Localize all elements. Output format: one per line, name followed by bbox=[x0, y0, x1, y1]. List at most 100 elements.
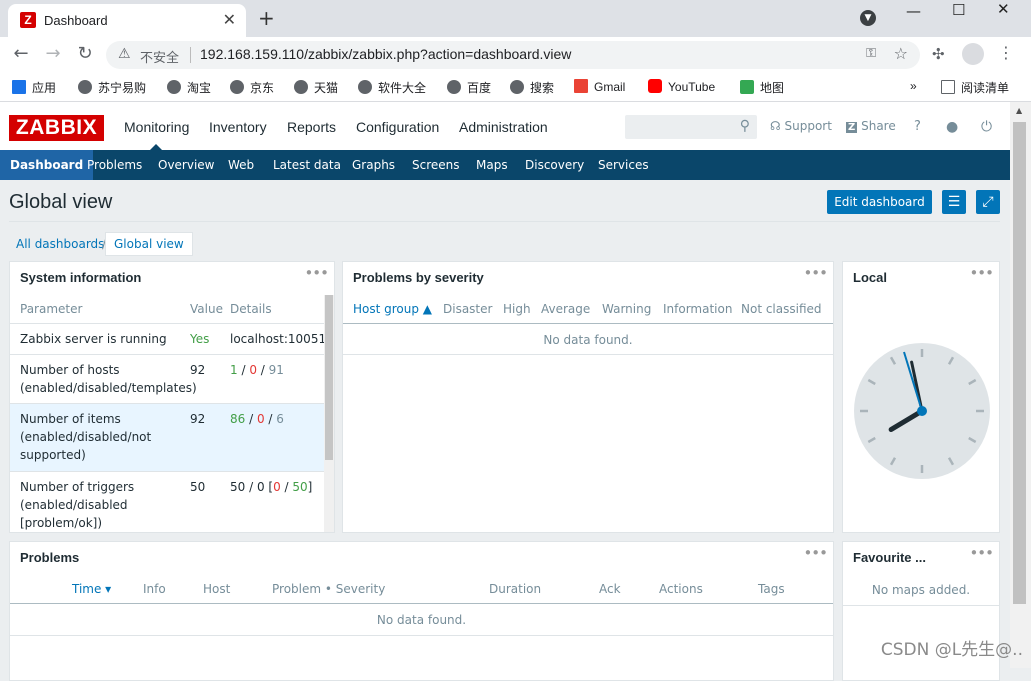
fullscreen-icon[interactable]: ⤢ bbox=[976, 190, 1000, 214]
share-link[interactable]: Z Share bbox=[846, 119, 896, 133]
bookmark-taobao[interactable]: 淘宝 bbox=[167, 79, 211, 96]
apps-grid-icon bbox=[12, 80, 26, 94]
zabbix-logo[interactable]: ZABBIX bbox=[9, 115, 104, 141]
column-host-group[interactable]: Host group ▲ bbox=[353, 302, 432, 316]
submenu-web[interactable]: Web bbox=[218, 150, 264, 180]
bookmark-tmall[interactable]: 天猫 bbox=[294, 79, 338, 96]
support-link[interactable]: ☊ Support bbox=[770, 119, 832, 133]
submenu-services[interactable]: Services bbox=[588, 150, 659, 180]
scrollbar-thumb[interactable] bbox=[325, 295, 333, 460]
sign-out-icon[interactable]: ⏻ bbox=[981, 119, 992, 135]
maps-icon bbox=[740, 80, 754, 94]
templates-count: 91 bbox=[268, 363, 284, 377]
minimize-icon[interactable]: — bbox=[906, 2, 921, 20]
bookmark-apps[interactable]: 应用 bbox=[12, 79, 56, 96]
edit-dashboard-button[interactable]: Edit dashboard bbox=[827, 190, 932, 214]
submenu-overview[interactable]: Overview bbox=[148, 150, 225, 180]
submenu-graphs[interactable]: Graphs bbox=[342, 150, 405, 180]
table-row: Number of hosts (enabled/disabled/templa… bbox=[10, 355, 324, 403]
submenu-latest-data[interactable]: Latest data bbox=[263, 150, 351, 180]
bookmark-baidu[interactable]: 百度 bbox=[447, 79, 491, 96]
close-tab-icon[interactable]: ✕ bbox=[223, 10, 236, 29]
column-time[interactable]: Time ▾ bbox=[72, 582, 111, 596]
profile-avatar[interactable] bbox=[962, 43, 984, 65]
page-scrollbar[interactable]: ▲ bbox=[1010, 102, 1031, 668]
menu-administration[interactable]: Administration bbox=[459, 119, 548, 135]
breadcrumb-all-dashboards[interactable]: All dashboards bbox=[16, 237, 104, 251]
window-close-icon[interactable]: ✕ bbox=[997, 0, 1010, 18]
warning-icon[interactable]: ⚠ bbox=[118, 46, 131, 62]
param-cell: Zabbix server is running bbox=[20, 332, 167, 346]
ok-count: 50 bbox=[292, 480, 308, 494]
bookmark-label: 苏宁易购 bbox=[98, 81, 147, 95]
browser-tab-bar: Z Dashboard ✕ + ▼ — ☐ ✕ bbox=[0, 0, 1031, 37]
param-cell: Number of triggers (enabled/disabled [pr… bbox=[20, 480, 135, 530]
reading-list[interactable]: 阅读清单 bbox=[941, 79, 1009, 96]
share-label: Share bbox=[861, 119, 896, 133]
bookmark-jd[interactable]: 京东 bbox=[230, 79, 274, 96]
table-row: Number of items (enabled/disabled/not su… bbox=[10, 404, 324, 471]
menu-reports[interactable]: Reports bbox=[287, 119, 336, 135]
global-search-input[interactable]: ⚲ bbox=[625, 115, 757, 139]
reload-icon[interactable]: ↻ bbox=[73, 43, 97, 64]
menu-configuration[interactable]: Configuration bbox=[356, 119, 439, 135]
bookmark-star-icon[interactable]: ☆ bbox=[894, 44, 908, 63]
value-cell: 92 bbox=[190, 412, 206, 426]
column-high: High bbox=[503, 302, 531, 316]
new-tab-icon[interactable]: + bbox=[258, 6, 275, 30]
bookmark-label: 百度 bbox=[467, 81, 492, 95]
widget-scrollbar[interactable] bbox=[324, 295, 334, 532]
breadcrumb-current[interactable]: Global view bbox=[105, 232, 193, 256]
menu-monitoring[interactable]: Monitoring bbox=[124, 119, 189, 135]
forward-icon[interactable]: → bbox=[41, 43, 65, 64]
bookmark-gmail[interactable]: Gmail bbox=[574, 79, 625, 94]
submenu-screens[interactable]: Screens bbox=[402, 150, 470, 180]
bookmarks-overflow-icon[interactable]: » bbox=[910, 79, 917, 93]
system-information-widget: System information ••• Parameter Value D… bbox=[9, 261, 335, 533]
reading-list-label: 阅读清单 bbox=[961, 81, 1010, 95]
bookmark-youtube[interactable]: YouTube bbox=[648, 79, 715, 94]
bookmark-search[interactable]: 搜索 bbox=[510, 79, 554, 96]
submenu-problems[interactable]: Problems bbox=[77, 150, 152, 180]
extensions-icon[interactable]: ✣ bbox=[932, 45, 945, 63]
column-host: Host bbox=[203, 582, 231, 596]
browser-tab[interactable]: Z Dashboard ✕ bbox=[8, 4, 246, 37]
help-icon[interactable]: ? bbox=[914, 119, 921, 134]
tab-search-icon[interactable]: ▼ bbox=[860, 10, 876, 26]
address-bar[interactable]: ⚠ 不安全 192.168.159.110/zabbix/zabbix.php?… bbox=[106, 41, 920, 69]
widget-title: System information bbox=[20, 270, 142, 285]
submenu-maps[interactable]: Maps bbox=[466, 150, 518, 180]
insecure-label[interactable]: 不安全 bbox=[140, 47, 179, 66]
menu-inventory[interactable]: Inventory bbox=[209, 119, 267, 135]
share-z-icon: Z bbox=[846, 122, 858, 133]
scrollbar-thumb[interactable] bbox=[1013, 122, 1026, 604]
dashboard-actions-menu-icon[interactable]: ☰ bbox=[942, 190, 966, 214]
column-parameter: Parameter bbox=[20, 302, 83, 316]
column-problem-severity: Problem • Severity bbox=[272, 582, 386, 596]
bookmark-suning[interactable]: 苏宁易购 bbox=[78, 79, 146, 96]
widget-menu-icon[interactable]: ••• bbox=[969, 264, 994, 282]
gmail-icon bbox=[574, 79, 588, 93]
bookmark-software[interactable]: 软件大全 bbox=[358, 79, 426, 96]
value-cell: 92 bbox=[190, 363, 206, 377]
widget-menu-icon[interactable]: ••• bbox=[304, 264, 329, 282]
widget-menu-icon[interactable]: ••• bbox=[803, 264, 828, 282]
no-data-message: No data found. bbox=[376, 613, 467, 627]
bookmark-label: 天猫 bbox=[314, 81, 339, 95]
back-icon[interactable]: ← bbox=[9, 43, 33, 64]
user-profile-icon[interactable]: ● bbox=[946, 119, 958, 135]
submenu-discovery[interactable]: Discovery bbox=[515, 150, 594, 180]
details-cell: 50 / 0 [0 / 50] bbox=[230, 480, 313, 494]
scroll-up-icon[interactable]: ▲ bbox=[1016, 106, 1022, 115]
maximize-icon[interactable]: ☐ bbox=[952, 1, 965, 19]
search-icon[interactable]: ⚲ bbox=[740, 118, 750, 134]
url-text[interactable]: 192.168.159.110/zabbix/zabbix.php?action… bbox=[200, 46, 571, 62]
bookmark-maps[interactable]: 地图 bbox=[740, 79, 784, 96]
key-icon[interactable]: ⚿ bbox=[866, 46, 876, 61]
details-cell: 1 / 0 / 91 bbox=[230, 363, 284, 377]
details-cell: localhost:10051 bbox=[230, 332, 327, 346]
widget-menu-icon[interactable]: ••• bbox=[969, 544, 994, 562]
globe-icon bbox=[447, 80, 461, 94]
browser-menu-icon[interactable]: ⋮ bbox=[998, 43, 1014, 62]
widget-menu-icon[interactable]: ••• bbox=[803, 544, 828, 562]
